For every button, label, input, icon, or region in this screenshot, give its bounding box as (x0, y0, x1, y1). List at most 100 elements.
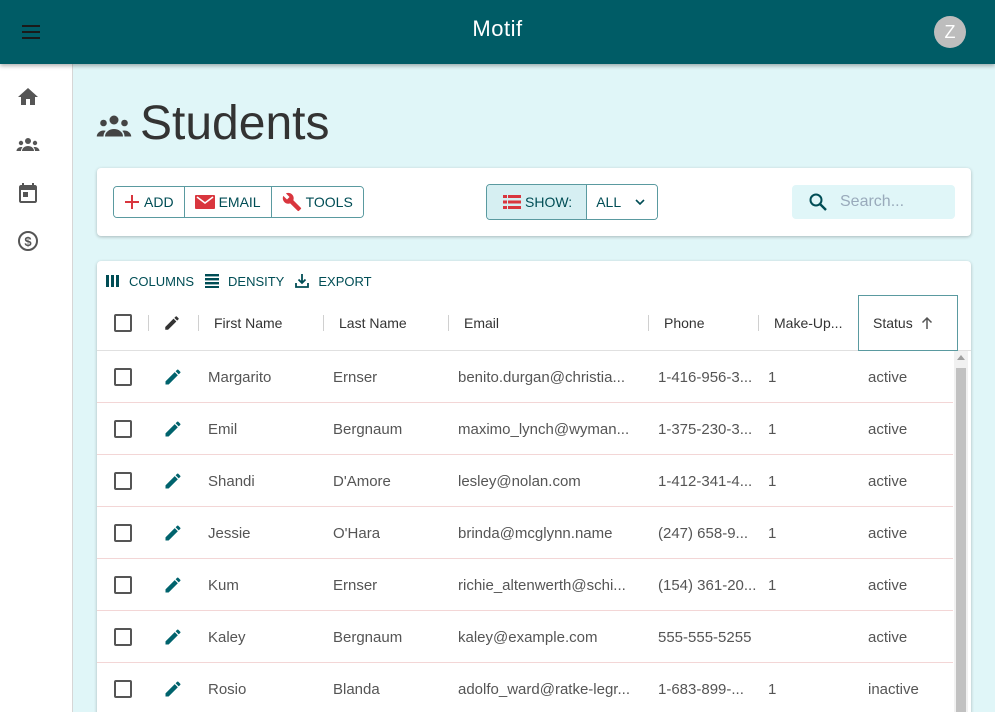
calendar-icon[interactable] (16, 181, 40, 205)
header-phone[interactable]: Phone (664, 295, 754, 351)
cell-status: active (868, 403, 953, 455)
cell-makeup-text: 1 (768, 472, 777, 490)
cell-phone-text: 555-555-5255 (658, 628, 752, 646)
row-checkbox[interactable] (114, 472, 132, 490)
export-icon (295, 274, 310, 288)
cell-phone: 1-416-956-3... (658, 351, 758, 403)
table-row[interactable]: Kum Ernser richie_altenwerth@schi... (15… (97, 559, 953, 611)
column-separator[interactable] (448, 315, 449, 331)
cell-email-text: adolfo_ward@ratke-legr... (458, 680, 630, 698)
cell-last-name: Ernser (333, 559, 448, 611)
column-separator[interactable] (758, 315, 759, 331)
column-separator[interactable] (148, 315, 149, 331)
cell-status: active (868, 507, 953, 559)
edit-pencil-icon[interactable] (163, 575, 183, 595)
scrollbar-thumb[interactable] (956, 368, 966, 712)
cell-first-name: Emil (208, 403, 323, 455)
edit-pencil-icon[interactable] (163, 523, 183, 543)
edit-pencil-icon[interactable] (163, 367, 183, 387)
cell-last-name: Ernser (333, 351, 448, 403)
columns-button[interactable]: COLUMNS (105, 271, 194, 291)
cell-status-text: active (868, 628, 908, 646)
avatar[interactable]: Z (934, 16, 966, 48)
select-all-cell (114, 295, 132, 351)
cell-status-text: active (868, 368, 908, 386)
row-select-cell (114, 403, 132, 455)
people-icon[interactable] (16, 133, 40, 157)
edit-pencil-icon[interactable] (163, 419, 183, 439)
table-row[interactable]: Emil Bergnaum maximo_lynch@wyman... 1-37… (97, 403, 953, 455)
row-checkbox[interactable] (114, 368, 132, 386)
tools-button-label: TOOLS (305, 194, 353, 210)
show-select[interactable]: ALL (587, 185, 658, 219)
table-row[interactable]: Jessie O'Hara brinda@mcglynn.name (247) … (97, 507, 953, 559)
cell-first-name: Margarito (208, 351, 323, 403)
export-button[interactable]: EXPORT (294, 271, 372, 291)
list-icon (503, 195, 521, 209)
table-row[interactable]: Rosio Blanda adolfo_ward@ratke-legr... 1… (97, 663, 953, 712)
table-header: First Name Last Name Email Phone Make-Up… (97, 295, 971, 351)
wrench-icon (282, 192, 301, 212)
table-row[interactable]: Margarito Ernser benito.durgan@christia.… (97, 351, 953, 403)
column-separator[interactable] (198, 315, 199, 331)
add-button[interactable]: ADD (114, 187, 184, 217)
row-checkbox[interactable] (114, 420, 132, 438)
email-icon (194, 195, 215, 209)
header-makeup[interactable]: Make-Up... (774, 295, 852, 351)
cell-makeup-text: 1 (768, 420, 777, 438)
select-all-checkbox[interactable] (114, 314, 132, 332)
cell-first-text: Jessie (208, 524, 251, 542)
cell-last-name: O'Hara (333, 507, 448, 559)
cell-phone-text: (247) 658-9... (658, 524, 749, 542)
row-select-cell (114, 559, 132, 611)
edit-pencil-icon[interactable] (163, 471, 183, 491)
header-first-name[interactable]: First Name (214, 295, 319, 351)
search-input[interactable] (840, 191, 950, 213)
density-button[interactable]: DENSITY (204, 271, 284, 291)
column-separator[interactable] (648, 315, 649, 331)
row-select-cell (114, 351, 132, 403)
header-status[interactable]: Status (858, 295, 958, 351)
cell-email-text: brinda@mcglynn.name (458, 524, 613, 542)
home-icon[interactable] (16, 85, 40, 109)
edit-pencil-icon[interactable] (163, 627, 183, 647)
cell-email: brinda@mcglynn.name (458, 507, 648, 559)
cell-makeup: 1 (768, 507, 848, 559)
row-edit-cell (163, 403, 183, 455)
tools-button[interactable]: TOOLS (270, 187, 363, 217)
scroll-up-arrow-icon[interactable] (957, 355, 965, 360)
row-checkbox[interactable] (114, 680, 132, 698)
cell-status: active (868, 455, 953, 507)
table-row[interactable]: Shandi D'Amore lesley@nolan.com 1-412-34… (97, 455, 953, 507)
row-checkbox[interactable] (114, 524, 132, 542)
row-checkbox[interactable] (114, 576, 132, 594)
row-checkbox[interactable] (114, 628, 132, 646)
menu-icon[interactable] (16, 20, 48, 44)
app-bar: Motif Z (0, 0, 995, 64)
dollar-icon[interactable]: $ (16, 229, 40, 253)
row-select-cell (114, 611, 132, 663)
header-last-name[interactable]: Last Name (339, 295, 444, 351)
cell-status: active (868, 559, 953, 611)
email-button[interactable]: EMAIL (183, 187, 271, 217)
cell-last-text: D'Amore (333, 472, 391, 490)
show-button[interactable]: SHOW: (487, 185, 588, 219)
vertical-scrollbar[interactable] (954, 351, 968, 712)
cell-first-name: Shandi (208, 455, 323, 507)
header-email[interactable]: Email (464, 295, 644, 351)
export-label: EXPORT (318, 273, 372, 289)
chevron-down-icon (635, 199, 645, 205)
cell-last-name: D'Amore (333, 455, 448, 507)
table-row[interactable]: Kaley Bergnaum kaley@example.com 555-555… (97, 611, 953, 663)
cell-email: kaley@example.com (458, 611, 648, 663)
app-title: Motif (472, 16, 523, 41)
cell-status-text: active (868, 420, 908, 438)
cell-phone: 1-375-230-3... (658, 403, 758, 455)
cell-first-text: Emil (208, 420, 238, 438)
cell-phone: 1-412-341-4... (658, 455, 758, 507)
sort-ascending-icon[interactable] (920, 316, 934, 330)
column-separator[interactable] (323, 315, 324, 331)
edit-pencil-icon[interactable] (163, 679, 183, 699)
cell-last-text: Bergnaum (333, 420, 403, 438)
svg-text:$: $ (24, 234, 32, 249)
